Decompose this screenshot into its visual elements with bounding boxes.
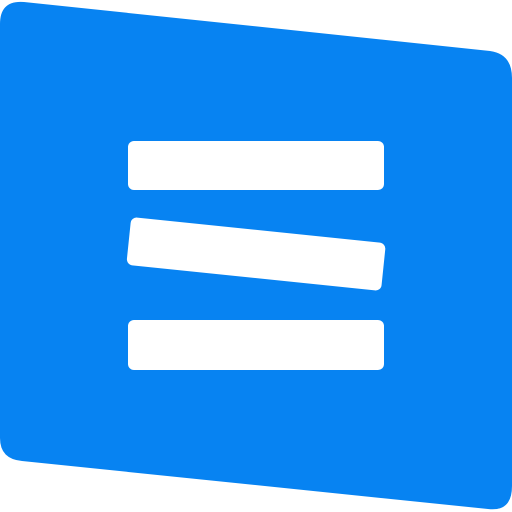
logo-bar-bottom bbox=[128, 320, 384, 370]
logo-bar-top bbox=[128, 141, 384, 190]
menu-lines-logo-icon bbox=[0, 1, 512, 510]
logo-canvas bbox=[0, 0, 512, 512]
